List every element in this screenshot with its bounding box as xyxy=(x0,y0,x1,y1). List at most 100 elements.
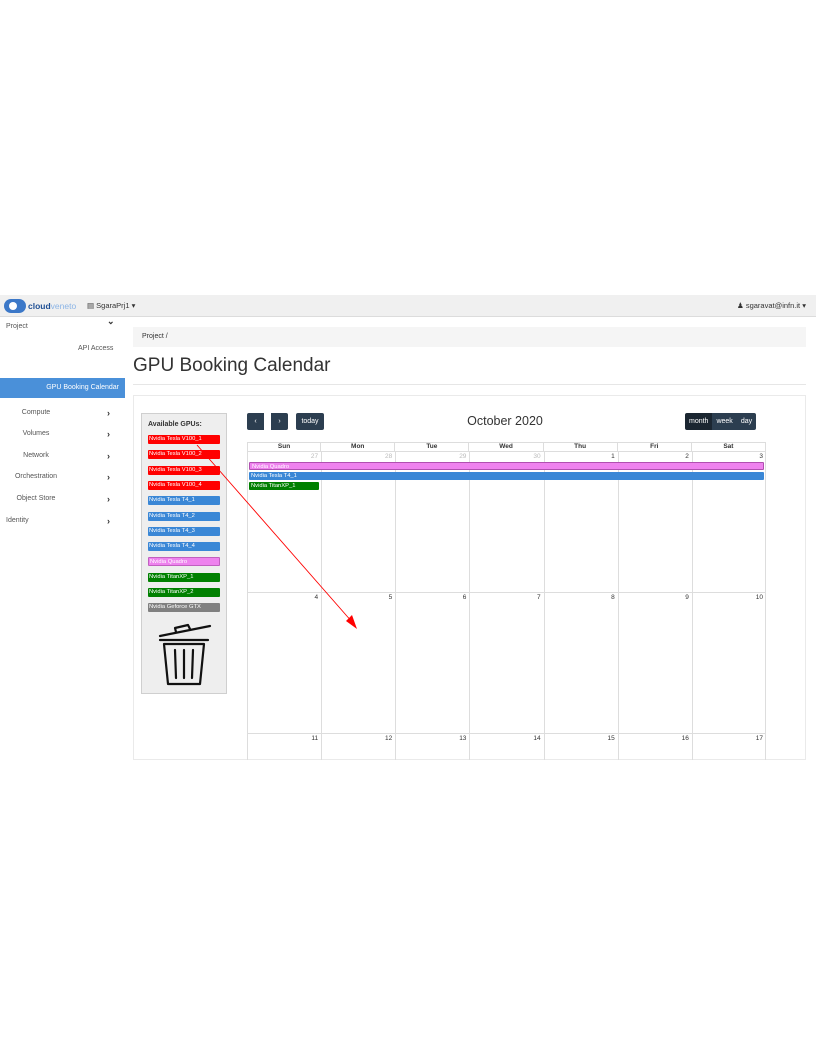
grid-line xyxy=(247,442,766,443)
user-menu[interactable]: ♟ sgaravat@infn.it ▾ xyxy=(737,301,806,310)
day-header: Fri xyxy=(618,442,692,451)
gpu-chip[interactable]: Nvidia TitanXP_1 xyxy=(148,572,220,582)
day-cell-number[interactable]: 30 xyxy=(471,453,540,460)
trash-icon[interactable] xyxy=(154,622,214,688)
grid-line xyxy=(543,451,545,760)
logo-text-1: cloud xyxy=(28,300,51,311)
calendar-event[interactable]: Nvidia TitanXP_1 xyxy=(249,482,320,490)
sidebar-item-orchestration[interactable]: Orchestration › xyxy=(0,468,125,486)
day-cell-number[interactable]: 10 xyxy=(693,594,763,601)
day-cell-number[interactable]: 14 xyxy=(471,735,540,742)
grid-line xyxy=(247,733,766,734)
available-gpus-heading: Available GPUs: xyxy=(148,421,202,428)
day-cell-number[interactable]: 29 xyxy=(396,453,466,460)
sidebar-item-network[interactable]: Network › xyxy=(0,447,125,465)
day-header: Sat xyxy=(692,442,766,451)
sidebar-item-identity[interactable]: Identity xyxy=(6,512,29,530)
available-gpus-panel: Available GPUs: Nvidia Tesla V100_1 Nvidi… xyxy=(141,413,227,694)
day-cell-number[interactable]: 9 xyxy=(619,594,689,601)
project-selector[interactable]: ▤ SgaraPrj1 ▾ xyxy=(87,301,135,310)
grid-line xyxy=(247,451,248,760)
chevron-down-icon[interactable]: ⌄ xyxy=(107,316,115,327)
day-header: Tue xyxy=(395,442,470,451)
sidebar-item-label: Project xyxy=(6,323,28,330)
day-view-button[interactable]: day xyxy=(736,413,757,430)
grid-line xyxy=(691,451,693,760)
day-cell-number[interactable]: 5 xyxy=(322,594,393,601)
prev-month-button[interactable]: ‹ xyxy=(247,413,264,430)
gpu-chip[interactable]: Nvidia Geforce GTX xyxy=(148,603,220,613)
day-cell-number[interactable]: 8 xyxy=(545,594,615,601)
view-switcher: month week day xyxy=(685,413,757,430)
gpu-chip[interactable]: Nvidia Tesla T4_4 xyxy=(148,542,220,552)
day-cell-number[interactable]: 2 xyxy=(619,453,689,460)
sidebar-item-object-store[interactable]: Object Store › xyxy=(0,490,125,508)
grid-line xyxy=(617,451,619,760)
gpu-chip[interactable]: Nvidia Tesla T4_3 xyxy=(148,526,220,536)
day-cell-number[interactable]: 15 xyxy=(545,735,614,742)
sidebar: Project ⌄ API Access GPU Booking Calenda… xyxy=(0,316,125,760)
gpu-chip[interactable]: Nvidia Tesla V100_1 xyxy=(148,435,220,444)
day-header: Wed xyxy=(469,442,544,451)
sidebar-item-label: Network xyxy=(23,452,49,459)
chevron-right-icon: › xyxy=(107,408,110,418)
calendar-event[interactable]: Nvidia Quadro xyxy=(249,462,764,470)
chevron-right-icon[interactable]: › xyxy=(107,512,110,530)
chevron-right-icon: › xyxy=(107,472,110,482)
day-cell-number[interactable]: 3 xyxy=(693,453,763,460)
week-view-button[interactable]: week xyxy=(712,413,737,430)
sidebar-item-label: API Access xyxy=(78,345,114,352)
day-header: Mon xyxy=(321,442,396,451)
day-header: Thu xyxy=(544,442,618,451)
sidebar-item-volumes[interactable]: Volumes › xyxy=(0,425,125,443)
next-month-button[interactable]: › xyxy=(271,413,288,430)
grid-line xyxy=(469,451,471,760)
day-cell-number[interactable]: 12 xyxy=(322,735,392,742)
logo-text-2: veneto xyxy=(50,300,77,311)
today-button[interactable]: today xyxy=(296,413,324,430)
gpu-chip[interactable]: Nvidia Tesla V100_3 xyxy=(148,465,220,475)
day-cell-number[interactable]: 17 xyxy=(693,735,763,742)
calendar-grid: Sun Mon Tue Wed Thu Fri Sat 27 28 29 30 1 2 3 4 5 6 7 8 9 10… xyxy=(247,442,766,760)
day-cell-number[interactable]: 1 xyxy=(545,453,615,460)
sidebar-item-project[interactable]: Project xyxy=(6,318,28,336)
day-cell-number[interactable]: 6 xyxy=(396,594,467,601)
calendar-event[interactable]: Nvidia Tesla T4_1 xyxy=(249,472,764,480)
grid-line xyxy=(321,451,323,760)
cloud-logo-icon xyxy=(4,298,26,313)
sidebar-item-label: Identity xyxy=(6,517,29,524)
day-cell-number[interactable]: 11 xyxy=(248,735,318,742)
gpu-chip[interactable]: Nvidia Tesla T4_2 xyxy=(148,511,220,521)
day-cell-number[interactable]: 28 xyxy=(322,453,392,460)
day-cell-number[interactable]: 7 xyxy=(471,594,541,601)
chevron-right-icon: › xyxy=(107,494,110,504)
day-header: Sun xyxy=(247,442,322,451)
sidebar-item-compute[interactable]: Compute › xyxy=(0,404,125,422)
logo-text: cloudveneto xyxy=(28,301,76,311)
gpu-chip[interactable]: Nvidia Quadro xyxy=(148,557,220,567)
breadcrumb[interactable]: Project / xyxy=(133,327,806,347)
month-view-button[interactable]: month xyxy=(685,413,713,430)
calendar-title: October 2020 xyxy=(467,414,543,428)
chevron-right-icon: › xyxy=(107,451,110,461)
day-cell-number[interactable]: 4 xyxy=(248,594,319,601)
logo[interactable]: cloudveneto xyxy=(4,298,76,313)
day-cell-number[interactable]: 27 xyxy=(248,453,318,460)
sidebar-item-api-access[interactable]: API Access xyxy=(78,340,113,358)
day-cell-number[interactable]: 16 xyxy=(619,735,689,742)
chevron-right-icon: › xyxy=(107,429,110,439)
day-cell-number[interactable]: 13 xyxy=(396,735,466,742)
sidebar-item-label: Orchestration xyxy=(14,473,58,480)
title-divider xyxy=(133,384,806,385)
sidebar-item-label: Volumes xyxy=(22,430,50,437)
grid-line xyxy=(395,451,397,760)
gpu-chip[interactable]: Nvidia Tesla V100_4 xyxy=(148,480,220,490)
gpu-chip[interactable]: Nvidia TitanXP_2 xyxy=(148,588,220,597)
grid-line xyxy=(247,592,766,593)
top-navbar: cloudveneto ▤ SgaraPrj1 ▾ ♟ sgaravat@inf… xyxy=(0,295,816,317)
sidebar-item-label: GPU Booking Calendar xyxy=(46,384,119,391)
sidebar-item-gpu-booking[interactable]: GPU Booking Calendar xyxy=(0,378,125,398)
gpu-chip[interactable]: Nvidia Tesla T4_1 xyxy=(148,496,220,506)
gpu-chip[interactable]: Nvidia Tesla V100_2 xyxy=(148,450,220,460)
screenshot: cloudveneto ▤ SgaraPrj1 ▾ ♟ sgaravat@inf… xyxy=(0,295,816,760)
